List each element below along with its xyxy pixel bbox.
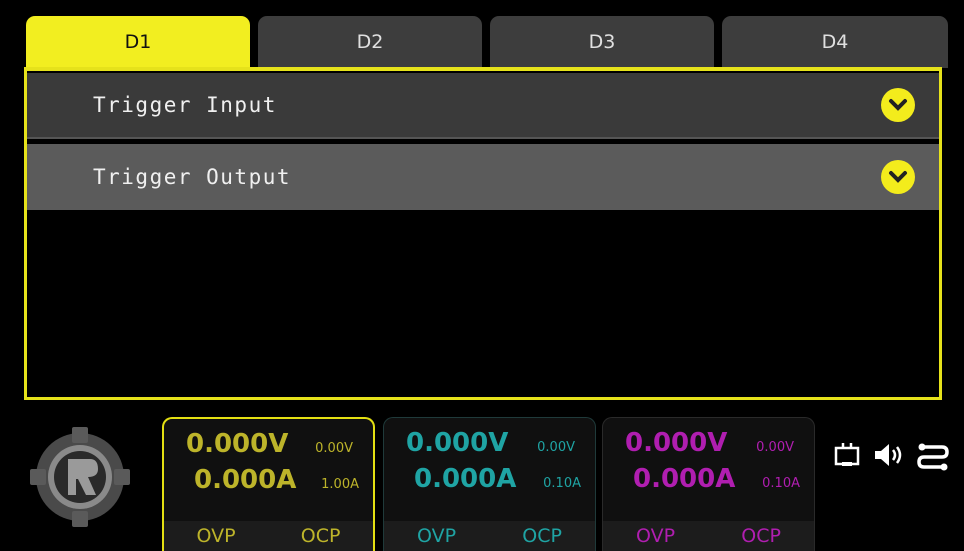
channel-2-voltage: 0.000V [406,428,509,458]
channel-3-protection: OVP OCP [603,521,814,551]
status-area: 0.000V 0.00V 0.000A 1.00A OVP OCP 0.000V… [0,405,964,551]
ocp-label: OCP [300,525,341,547]
ocp-label: OCP [741,525,781,547]
gear-logo-icon [30,427,130,527]
channel-3-set-current: 0.10A [762,476,800,491]
channel-1-set-current: 1.00A [321,477,359,492]
trigger-output-row[interactable]: Trigger Output [27,144,939,210]
channel-2-set-voltage: 0.00V [537,440,575,455]
tab-label: D4 [821,31,849,53]
tab-d3[interactable]: D3 [490,16,714,68]
trigger-input-row[interactable]: Trigger Input [27,73,939,139]
ovp-label: OVP [196,525,236,547]
channel-2-protection: OVP OCP [384,521,595,551]
tab-label: D2 [356,31,384,53]
tab-label: D3 [588,31,616,53]
ovp-label: OVP [417,525,457,547]
trigger-input-label: Trigger Input [93,93,277,117]
channel-3-current: 0.000A [633,464,736,494]
ocp-label: OCP [522,525,562,547]
tab-label: D1 [124,31,152,53]
channel-2-set-current: 0.10A [543,476,581,491]
channel-3-panel[interactable]: 0.000V 0.00V 0.000A 0.10A OVP OCP [602,417,815,551]
chevron-down-icon[interactable] [881,88,915,122]
tab-d1[interactable]: D1 [26,16,250,68]
trigger-output-label: Trigger Output [93,165,292,189]
ovp-label: OVP [636,525,676,547]
tab-d4[interactable]: D4 [722,16,948,68]
chevron-down-icon[interactable] [881,160,915,194]
channel-1-set-voltage: 0.00V [315,441,353,456]
speaker-icon[interactable] [872,440,906,470]
content-panel: Trigger Input Trigger Output [24,67,942,400]
interface-icon[interactable] [832,440,862,470]
status-icons [832,435,958,475]
channel-1-panel[interactable]: 0.000V 0.00V 0.000A 1.00A OVP OCP [162,417,375,551]
channel-2-panel[interactable]: 0.000V 0.00V 0.000A 0.10A OVP OCP [383,417,596,551]
channel-3-voltage: 0.000V [625,428,728,458]
connection-icon[interactable] [916,439,950,471]
tab-d2[interactable]: D2 [258,16,482,68]
channel-3-set-voltage: 0.00V [756,440,794,455]
channel-2-current: 0.000A [414,464,517,494]
tab-bar: D1 D2 D3 D4 [26,16,948,68]
channel-1-current: 0.000A [194,465,297,495]
channel-1-voltage: 0.000V [186,429,289,459]
channel-1-protection: OVP OCP [164,521,373,551]
